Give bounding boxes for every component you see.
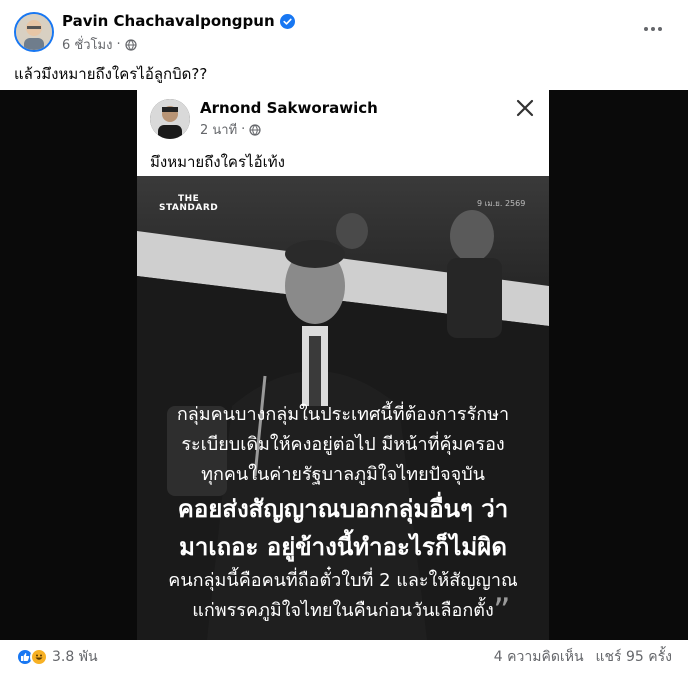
quote-line: แก่พรรคภูมิใจไทยในคืนก่อนวันเลือกตั้ง: [192, 600, 494, 621]
shared-post-header: Arnond Sakworawich 2 นาที · มึงหมายถึงใค…: [137, 90, 549, 176]
quote-line-bold: มาเถอะ อยู่ข้างนี้ทำอะไรก็ไม่ผิด: [179, 533, 507, 561]
quote-line: ทุกคนในค่ายรัฐบาลภูมิใจไทยปัจจุบัน: [201, 464, 485, 485]
shared-author-avatar: [150, 99, 190, 139]
facebook-post: Pavin Chachavalpongpun 6 ชั่วโมง · แล้วม…: [0, 0, 688, 674]
more-options-button[interactable]: [640, 16, 666, 42]
reactions-summary[interactable]: 3.8 พัน: [16, 646, 98, 668]
quote-line: ระเบียบเดิมให้คงอยู่ต่อไป มีหน้าที่คุ้มค…: [181, 434, 505, 455]
quote-line-bold: คอยส่งสัญญาณบอกกลุ่มอื่นๆ ว่า: [177, 495, 509, 523]
engagement-stats: 4 ความคิดเห็น แชร์ 95 ครั้ง: [494, 646, 672, 668]
post-author[interactable]: Pavin Chachavalpongpun: [62, 12, 295, 30]
globe-icon[interactable]: [124, 38, 137, 51]
post-footer: 3.8 พัน 4 ความคิดเห็น แชร์ 95 ครั้ง: [0, 640, 688, 674]
haha-icon: [30, 648, 48, 666]
quote-line: กลุ่มคนบางกลุ่มในประเทศนี้ที่ต้องการรักษ…: [176, 404, 510, 425]
reaction-icons: [16, 648, 48, 666]
shares-count[interactable]: แชร์ 95 ครั้ง: [596, 646, 672, 668]
reaction-count[interactable]: 3.8 พัน: [52, 646, 98, 668]
shared-screenshot: Arnond Sakworawich 2 นาที · มึงหมายถึงใค…: [137, 90, 549, 640]
post-author-name[interactable]: Pavin Chachavalpongpun: [62, 12, 275, 30]
verified-badge-icon: [279, 13, 295, 29]
ellipsis-icon: [644, 27, 662, 31]
quote-line: คนกลุ่มนี้คือคนที่ถือตั๋วใบที่ 2 และให้ส…: [168, 570, 518, 591]
post-caption: แล้วมึงหมายถึงใครไอ้ลูกบิด??: [14, 65, 208, 83]
shared-author-name: Arnond Sakworawich: [200, 99, 378, 117]
close-icon: [516, 99, 534, 117]
quote-text: กลุ่มคนบางกลุ่มในประเทศนี้ที่ต้องการรักษ…: [137, 400, 549, 626]
news-quote-image: THE STANDARD 9 เม.ย. 2569 กลุ่มคนบางกลุ่…: [137, 176, 549, 640]
post-timestamp[interactable]: 6 ชั่วโมง: [62, 34, 112, 55]
image-date: 9 เม.ย. 2569: [477, 199, 526, 208]
shared-meta: 2 นาที ·: [200, 119, 261, 140]
the-standard-logo: THE STANDARD: [159, 194, 219, 213]
shared-globe-icon: [249, 123, 261, 136]
post-media[interactable]: Arnond Sakworawich 2 นาที · มึงหมายถึงใค…: [0, 90, 688, 640]
author-avatar[interactable]: [14, 12, 54, 52]
post-meta: 6 ชั่วโมง ·: [62, 34, 137, 55]
shared-meta-separator: ·: [241, 122, 246, 137]
meta-separator: ·: [116, 37, 121, 52]
shared-timestamp: 2 นาที: [200, 123, 238, 138]
comments-count[interactable]: 4 ความคิดเห็น: [494, 646, 584, 668]
closing-quote-mark: ”: [493, 591, 511, 631]
shared-caption: มึงหมายถึงใครไอ้เท้ง: [150, 153, 285, 171]
